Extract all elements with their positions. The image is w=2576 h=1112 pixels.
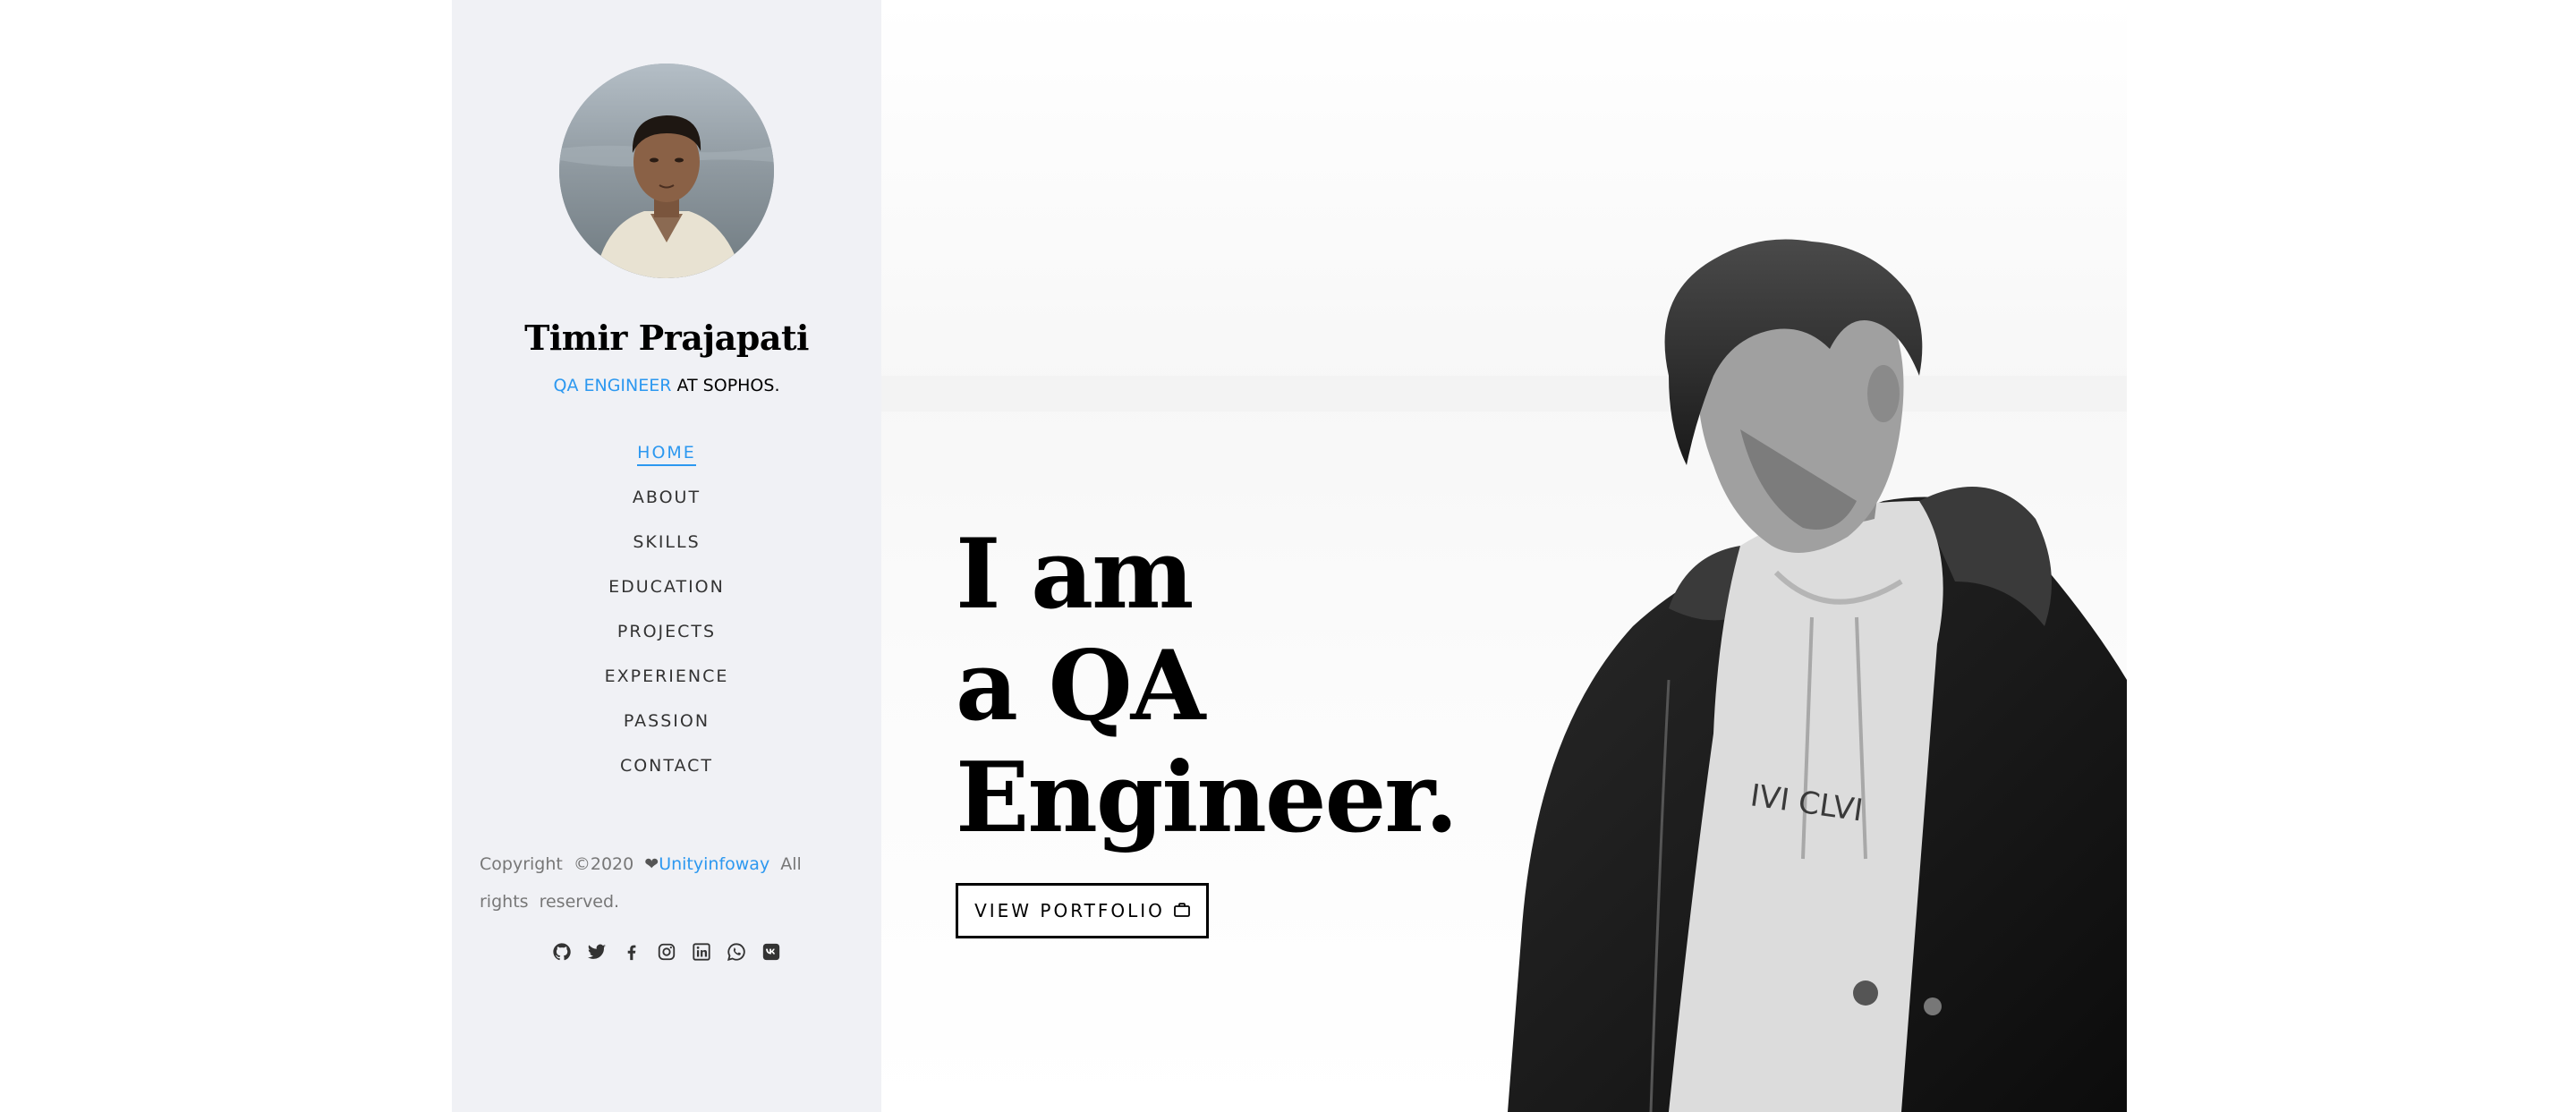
- heart-icon: ❤: [644, 854, 659, 874]
- nav-link-home[interactable]: HOME: [637, 443, 696, 466]
- nav-link-education[interactable]: EDUCATION: [608, 577, 725, 597]
- main-nav: HOME ABOUT SKILLS EDUCATION PROJECTS EXP…: [452, 438, 881, 796]
- avatar: [559, 64, 774, 278]
- twitter-icon[interactable]: [587, 941, 608, 962]
- social-links: [452, 941, 881, 962]
- instagram-icon[interactable]: [657, 941, 677, 962]
- nav-link-about[interactable]: ABOUT: [633, 488, 701, 507]
- nav-item-home[interactable]: HOME: [452, 438, 881, 483]
- view-portfolio-button[interactable]: VIEW PORTFOLIO: [956, 883, 1209, 938]
- whatsapp-icon[interactable]: [727, 941, 747, 962]
- page: Timir Prajapati QA ENGINEER AT SOPHOS. H…: [0, 0, 2576, 1112]
- facebook-icon[interactable]: [622, 941, 642, 962]
- hero-section: IVI CLVI I am a QA Engineer. VIEW PORTFO…: [881, 0, 2127, 1112]
- nav-item-passion[interactable]: PASSION: [452, 707, 881, 751]
- copyright-prefix: Copyright ©2020: [480, 854, 645, 874]
- nav-link-projects[interactable]: PROJECTS: [617, 622, 716, 641]
- nav-item-education[interactable]: EDUCATION: [452, 573, 881, 617]
- copyright: Copyright ©2020 ❤Unityinfoway All rights…: [480, 845, 855, 921]
- profile-name: Timir Prajapati: [524, 318, 809, 358]
- nav-item-projects[interactable]: PROJECTS: [452, 617, 881, 662]
- vk-icon[interactable]: [761, 941, 782, 962]
- nav-link-passion[interactable]: PASSION: [624, 711, 710, 731]
- headline-line-3: Engineer.: [956, 742, 1458, 854]
- view-portfolio-label: VIEW PORTFOLIO: [974, 900, 1165, 921]
- profile-role: QA ENGINEER AT SOPHOS.: [452, 376, 881, 395]
- nav-item-about[interactable]: ABOUT: [452, 483, 881, 528]
- nav-link-experience[interactable]: EXPERIENCE: [605, 666, 729, 686]
- role-title: QA ENGINEER: [553, 376, 672, 395]
- nav-item-skills[interactable]: SKILLS: [452, 528, 881, 573]
- nav-link-skills[interactable]: SKILLS: [633, 532, 700, 552]
- copyright-link[interactable]: Unityinfoway: [659, 854, 769, 874]
- linkedin-icon[interactable]: [692, 941, 712, 962]
- nav-link-contact[interactable]: CONTACT: [620, 756, 713, 776]
- nav-item-experience[interactable]: EXPERIENCE: [452, 662, 881, 707]
- hero-headline: I am a QA Engineer.: [956, 518, 1458, 854]
- role-company: AT SOPHOS.: [671, 376, 780, 395]
- sidebar: Timir Prajapati QA ENGINEER AT SOPHOS. H…: [452, 0, 881, 1112]
- github-icon[interactable]: [552, 941, 573, 962]
- headline-line-1: I am: [956, 518, 1194, 631]
- nav-item-contact[interactable]: CONTACT: [452, 751, 881, 796]
- briefcase-icon: [1174, 900, 1190, 921]
- headline-line-2: a QA: [956, 630, 1205, 743]
